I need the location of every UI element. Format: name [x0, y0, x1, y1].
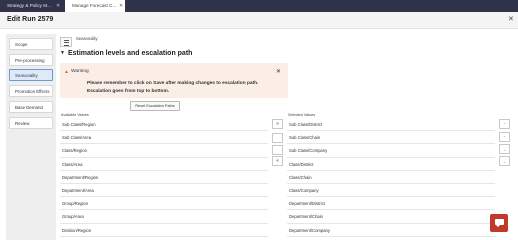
list-item[interactable]: Class/Area	[60, 158, 268, 171]
sidebar-item-base-demand[interactable]: Base Demand	[9, 101, 53, 113]
list-item[interactable]: Sub Class/Area	[60, 131, 268, 145]
move-right-button[interactable]	[272, 133, 283, 143]
list-item[interactable]: Sub Class/Company	[287, 144, 495, 158]
section-header[interactable]: ▼ Estimation levels and escalation path	[60, 50, 192, 57]
page-title: Edit Run 2579	[7, 16, 54, 23]
list-item[interactable]: Class/District	[287, 158, 495, 171]
available-values-label: Available Values	[61, 113, 89, 117]
list-item[interactable]: Department/District	[287, 197, 495, 211]
list-item[interactable]: Sub Class/Chain	[287, 131, 495, 145]
list-item[interactable]: Department/Region	[60, 171, 268, 184]
warning-title: Warning	[71, 69, 89, 74]
warning-icon: ▲	[64, 69, 69, 75]
list-item[interactable]: Division/Region	[60, 224, 268, 237]
warning-banner: ▲ Warning ✕ Please remember to click on …	[60, 63, 288, 98]
main-content: Seasonality ▼ Estimation levels and escal…	[58, 34, 518, 240]
move-all-left-button[interactable]: «	[272, 156, 283, 166]
warning-message: Please remember to click on Save after m…	[87, 81, 259, 94]
move-all-right-button[interactable]: »	[272, 119, 283, 129]
tab-strategy-policy[interactable]: Strategy & Policy M... ✕	[0, 0, 64, 12]
close-icon[interactable]: ✕	[508, 15, 514, 23]
close-icon[interactable]: ✕	[276, 68, 281, 75]
available-values-list: Sub Class/Region Sub Class/Area Class/Re…	[60, 118, 268, 240]
tab-label: Strategy & Policy M...	[7, 3, 51, 8]
list-item[interactable]: Group/Region	[60, 197, 268, 211]
chat-button[interactable]	[490, 214, 508, 232]
list-item[interactable]: Group/Area	[60, 210, 268, 224]
tab-manage-forecast[interactable]: Manage Forecast C... ✕	[65, 0, 125, 12]
close-icon[interactable]: ✕	[56, 0, 60, 12]
move-up-button[interactable]: ⌃	[499, 132, 510, 142]
list-item[interactable]: Department/Area	[60, 184, 268, 198]
tab-label: Manage Forecast C...	[72, 3, 117, 8]
move-top-button[interactable]: ⌃	[499, 119, 510, 129]
selected-values-list: Sub Class/District Sub Class/Chain Sub C…	[287, 118, 495, 240]
menu-icon[interactable]	[60, 37, 72, 47]
list-item[interactable]: Class/Region	[60, 144, 268, 158]
wizard-sidebar: Scope Pre-processing Seasonality Promoti…	[6, 34, 56, 240]
list-item[interactable]: Class/Company	[287, 184, 495, 198]
list-item[interactable]: Class/Chain	[287, 171, 495, 184]
list-item[interactable]: Department/Chain	[287, 210, 495, 224]
sidebar-item-pre-processing[interactable]: Pre-processing	[9, 54, 53, 66]
move-bottom-button[interactable]: ⌄	[499, 156, 510, 166]
list-item[interactable]: Sub Class/District	[287, 118, 495, 132]
list-item[interactable]: Department/Company	[287, 224, 495, 237]
move-left-button[interactable]	[272, 145, 283, 155]
chevron-down-icon: ▼	[60, 50, 65, 56]
dialog-header: Edit Run 2579 ✕	[0, 12, 518, 29]
close-icon[interactable]: ✕	[119, 0, 123, 12]
list-item[interactable]: Sub Class/Region	[60, 118, 268, 132]
selected-values-label: Selected Values	[288, 113, 316, 117]
section-title: Estimation levels and escalation path	[67, 50, 193, 57]
breadcrumb: Seasonality	[76, 36, 98, 41]
sidebar-item-review[interactable]: Review	[9, 117, 53, 129]
reset-escalation-button[interactable]: Reset Escalation Paths	[130, 101, 180, 111]
move-down-button[interactable]: ⌄	[499, 144, 510, 154]
sidebar-item-promotion-effects[interactable]: Promotion Effects	[9, 85, 53, 97]
sidebar-item-seasonality[interactable]: Seasonality	[9, 69, 53, 81]
app-tab-bar: Strategy & Policy M... ✕ Manage Forecast…	[0, 0, 518, 12]
sidebar-item-scope[interactable]: Scope	[9, 38, 53, 50]
